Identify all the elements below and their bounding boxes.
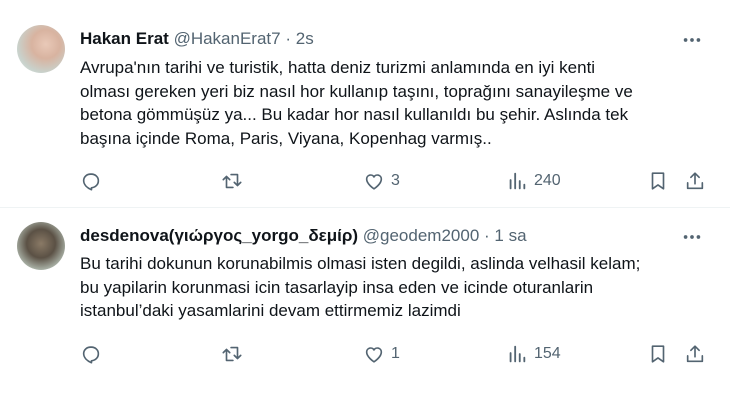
like-count: 1 — [391, 345, 400, 362]
reply-icon — [82, 346, 100, 364]
view-count: 240 — [534, 172, 561, 189]
views-button[interactable]: 154 — [506, 342, 561, 366]
more-icon[interactable] — [681, 226, 703, 248]
retweet-icon — [222, 346, 242, 362]
view-count: 154 — [534, 345, 561, 362]
bookmark-button[interactable] — [647, 169, 669, 193]
views-icon — [509, 172, 526, 190]
tweet-text-line: Avrupa'nın tarihi ve turistik, hatta den… — [80, 58, 596, 77]
bookmark-button[interactable] — [647, 342, 669, 366]
share-icon — [686, 172, 704, 190]
bookmark-icon — [651, 345, 665, 363]
tweet-text: Bu tarihi dokunun korunabilmis olmasi is… — [80, 252, 712, 323]
display-name[interactable]: desdenova(γιώργος_yorgo_δεμίρ) — [80, 226, 358, 245]
tweet-text-line: Bu tarihi dokunun korunabilmis olmasi is… — [80, 254, 641, 273]
display-name[interactable]: Hakan Erat — [80, 29, 169, 48]
separator-dot: · — [484, 226, 490, 245]
tweet-text-line: başına içinde Roma, Paris, Viyana, Kopen… — [80, 128, 492, 148]
views-button[interactable]: 240 — [506, 169, 561, 193]
tweet-text-line: istanbul’daki yasamlarini devam ettirmem… — [80, 301, 461, 321]
tweet-text: Avrupa'nın tarihi ve turistik, hatta den… — [80, 56, 712, 150]
share-button[interactable] — [684, 342, 706, 366]
action-bar: 1 154 — [80, 342, 710, 366]
tweet-text-line: olması gereken yeri biz nasıl hor kullan… — [80, 81, 633, 101]
reply-icon — [82, 173, 100, 191]
reply-button[interactable] — [80, 342, 102, 366]
tweet-text-line: bu yapilarin korunmasi icin tasarlayip i… — [80, 277, 594, 297]
user-handle[interactable]: @HakanErat7 — [174, 29, 281, 48]
like-icon — [365, 347, 383, 363]
retweet-button[interactable] — [221, 342, 243, 366]
bookmark-icon — [651, 172, 665, 190]
tweet-text-line: betona gömmüşüz ya... Bu kadar hor nasıl… — [80, 105, 629, 125]
timestamp[interactable]: 1 sa — [494, 226, 526, 245]
share-button[interactable] — [684, 169, 706, 193]
like-count: 3 — [391, 172, 400, 189]
like-icon — [365, 174, 383, 190]
avatar[interactable] — [17, 222, 65, 270]
like-button[interactable]: 3 — [363, 169, 400, 193]
tweet[interactable]: desdenova(γιώργος_yorgo_δεμίρ) @geodem20… — [0, 208, 730, 420]
retweet-button[interactable] — [221, 169, 243, 193]
like-button[interactable]: 1 — [363, 342, 400, 366]
retweet-icon — [222, 173, 242, 189]
separator-dot: · — [285, 29, 291, 48]
tweet-header: Hakan Erat @HakanErat7 · 2s — [80, 28, 314, 50]
views-icon — [509, 345, 526, 363]
more-icon[interactable] — [681, 29, 703, 51]
avatar[interactable] — [17, 25, 65, 73]
user-handle[interactable]: @geodem2000 — [363, 226, 480, 245]
reply-button[interactable] — [80, 169, 102, 193]
share-icon — [686, 345, 704, 363]
tweet[interactable]: Hakan Erat @HakanErat7 · 2s Avrupa'nın t… — [0, 0, 730, 208]
timestamp[interactable]: 2s — [296, 29, 314, 48]
action-bar: 3 240 — [80, 169, 710, 193]
tweet-header: desdenova(γιώργος_yorgo_δεμίρ) @geodem20… — [80, 225, 527, 247]
